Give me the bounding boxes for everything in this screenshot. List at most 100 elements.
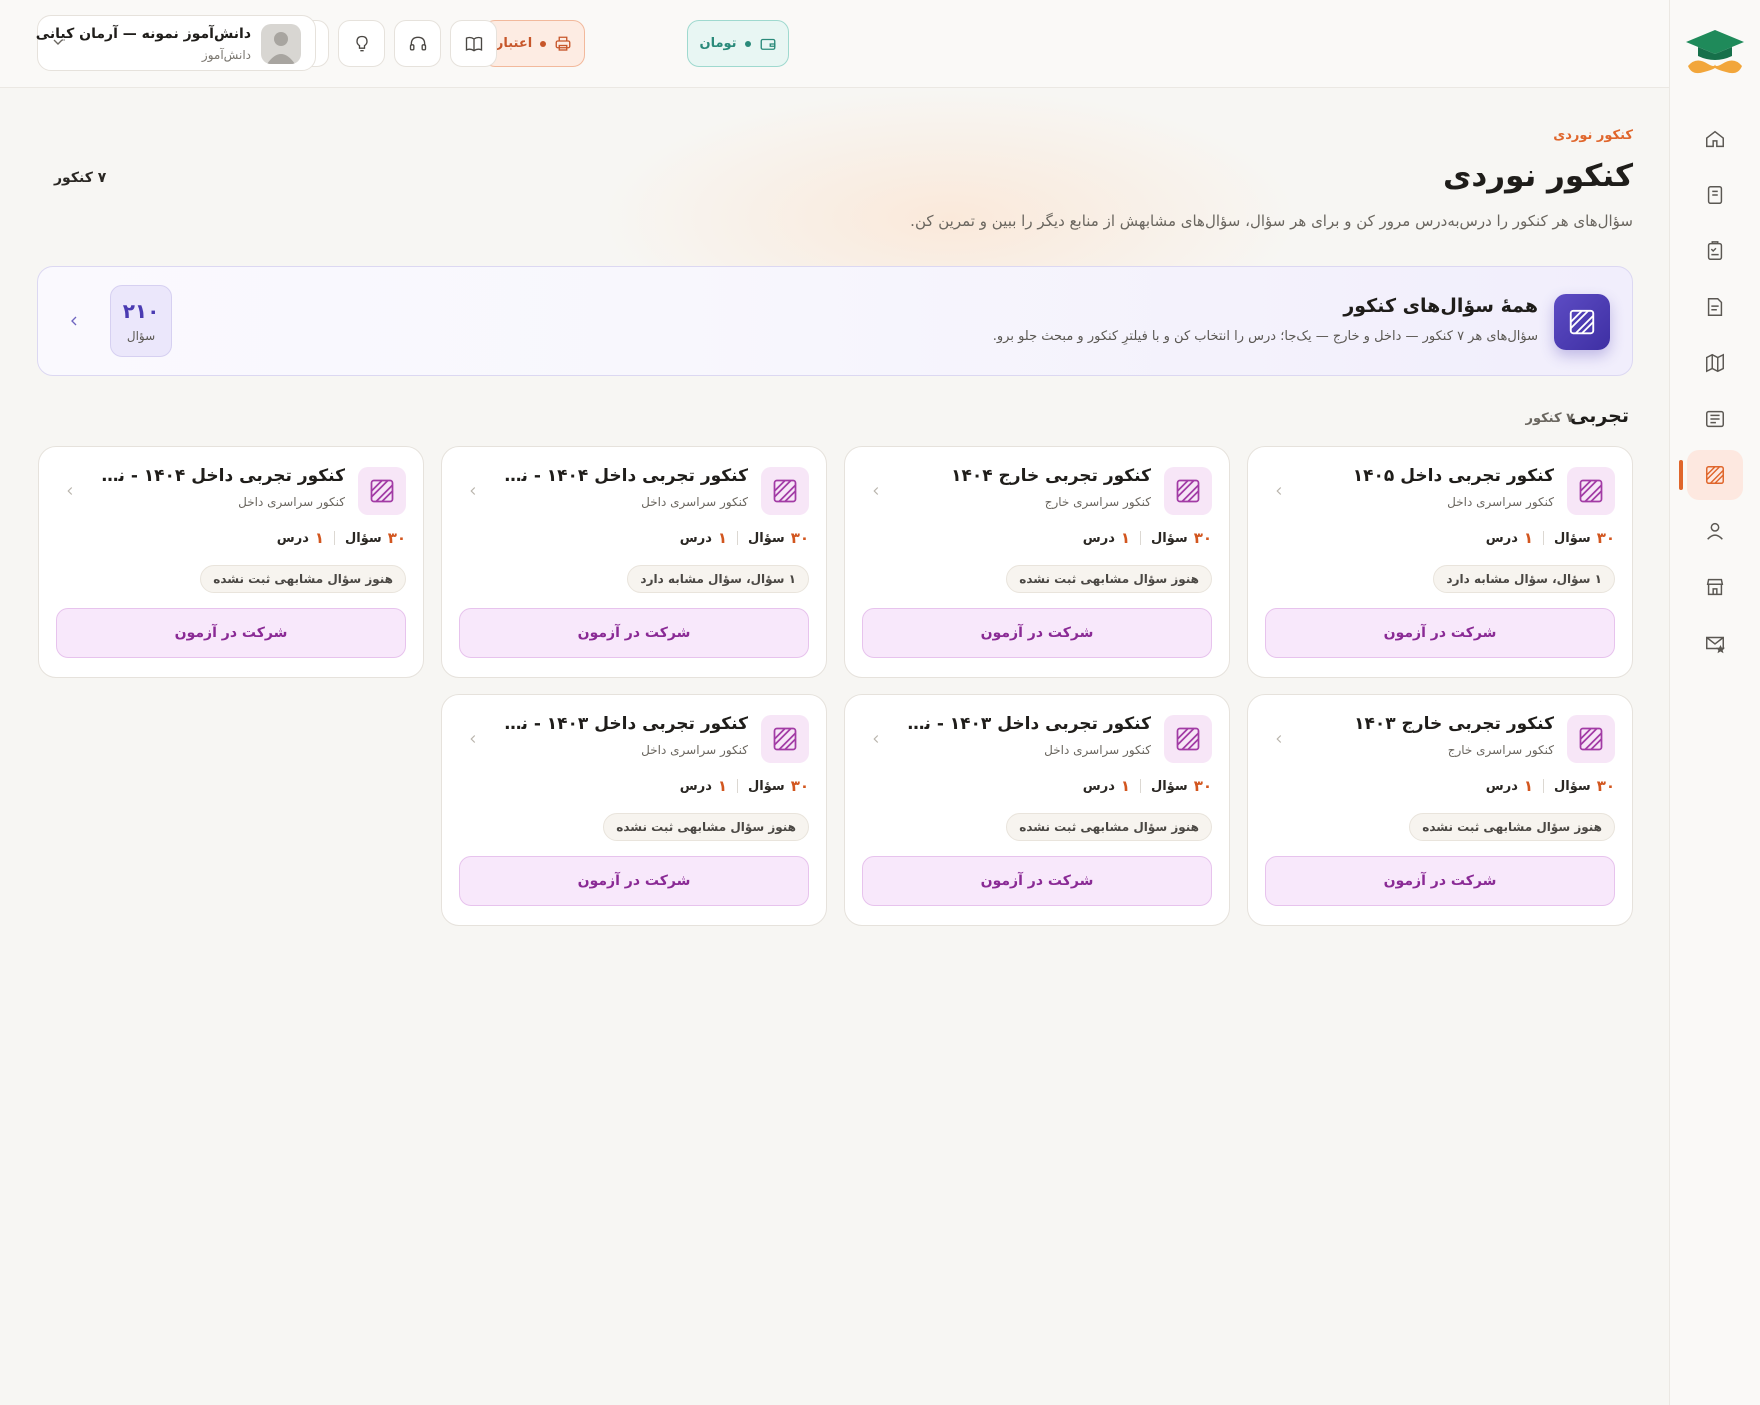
join-exam-button[interactable]: شرکت در آزمون <box>1265 608 1615 658</box>
nav-messages[interactable] <box>1687 618 1743 668</box>
mail-star-icon <box>1706 636 1726 654</box>
konkur-card[interactable]: کنکور تجربی خارج ۱۴۰۴ کنکور سراسری خارج … <box>844 446 1230 678</box>
card-icon <box>1164 715 1212 763</box>
nav-konkur[interactable] <box>1679 450 1743 500</box>
nav-store[interactable] <box>1687 562 1743 612</box>
card-lesson-label: درس <box>276 530 309 546</box>
similar-questions-badge: هنوز سؤال مشابهی ثبت نشده <box>200 565 406 593</box>
card-question-count: ۳۰ <box>1193 777 1212 795</box>
card-question-count: ۳۰ <box>790 529 809 547</box>
clipboard-check-icon <box>1707 241 1723 260</box>
card-icon <box>1567 467 1615 515</box>
konkur-card[interactable]: کنکور تجربی داخل ۱۴۰۳ - نوبت ... کنکور س… <box>441 694 827 926</box>
chevron-down-icon <box>53 39 63 45</box>
banner-subtitle: سؤال‌های هر ۷ کنکور — داخل و خارج — یک‌ج… <box>992 329 1538 344</box>
section-title: تجربی <box>1569 405 1629 427</box>
card-icon <box>1567 715 1615 763</box>
similar-questions-badge: ۱ سؤال، سؤال مشابه دارد <box>627 565 809 593</box>
chevron-left-icon <box>1276 487 1282 495</box>
stats-divider <box>737 779 739 793</box>
nav-news[interactable] <box>1687 394 1743 444</box>
card-question-label: سؤال <box>345 530 382 546</box>
card-lesson-label: درس <box>1485 530 1518 546</box>
join-exam-button[interactable]: شرکت در آزمون <box>1265 856 1615 906</box>
logo-icon[interactable] <box>1682 26 1748 80</box>
similar-questions-badge: هنوز سؤال مشابهی ثبت نشده <box>603 813 809 841</box>
credit-dot <box>540 40 547 47</box>
credit-button[interactable]: اعتبار <box>483 20 585 67</box>
card-question-label: سؤال <box>748 530 785 546</box>
card-icon <box>761 715 809 763</box>
join-exam-button[interactable]: شرکت در آزمون <box>56 608 406 658</box>
card-title: کنکور تجربی خارج ۱۴۰۴ <box>951 466 1151 486</box>
banner-count-label: سؤال <box>126 329 156 343</box>
konkur-count: ۷ کنکور <box>54 170 107 186</box>
chevron-left-icon <box>873 735 879 743</box>
nav-book[interactable] <box>1687 170 1743 220</box>
card-lesson-count: ۱ <box>1120 777 1131 795</box>
card-icon <box>358 467 406 515</box>
document-icon <box>1707 298 1723 316</box>
konkur-grid-icon <box>1176 727 1200 751</box>
konkur-card[interactable]: کنکور تجربی داخل ۱۴۰۵ کنکور سراسری داخل … <box>1247 446 1633 678</box>
avatar <box>261 24 301 64</box>
all-questions-banner[interactable]: همهٔ سؤال‌های کنکور سؤال‌های هر ۷ کنکور … <box>37 266 1633 376</box>
card-stats: ۳۰ سؤال ۱ درس <box>680 777 809 795</box>
konkur-card[interactable]: کنکور تجربی داخل ۱۴۰۴ - نوبت ... کنکور س… <box>441 446 827 678</box>
konkur-card[interactable]: کنکور تجربی داخل ۱۴۰۳ - نوبت ... کنکور س… <box>844 694 1230 926</box>
banner-question-count: ۲۱۰ سؤال <box>110 285 172 357</box>
support-button[interactable] <box>394 20 441 67</box>
newspaper-icon <box>1706 410 1724 428</box>
banner-count-number: ۲۱۰ <box>122 299 160 323</box>
breadcrumb[interactable]: کنکور نوردی <box>1553 128 1633 143</box>
konkur-card[interactable]: کنکور تجربی داخل ۱۴۰۴ - نوبت ... کنکور س… <box>38 446 424 678</box>
wallet-label: تومان <box>699 36 737 51</box>
nav-documents[interactable] <box>1687 282 1743 332</box>
konkur-grid-icon <box>1579 479 1603 503</box>
card-type: کنکور سراسری داخل <box>1044 743 1151 757</box>
konkur-grid-icon <box>370 479 394 503</box>
card-type: کنکور سراسری خارج <box>1447 743 1554 757</box>
wallet-button[interactable]: تومان <box>687 20 789 67</box>
card-stats: ۳۰ سؤال ۱ درس <box>1486 529 1615 547</box>
join-exam-button[interactable]: شرکت در آزمون <box>862 856 1212 906</box>
chevron-left-icon <box>470 735 476 743</box>
nav-home[interactable] <box>1687 114 1743 164</box>
library-button[interactable] <box>450 20 497 67</box>
card-icon <box>761 467 809 515</box>
chevron-left-icon <box>67 487 73 495</box>
stats-divider <box>334 531 336 545</box>
card-question-label: سؤال <box>1151 778 1188 794</box>
card-type: کنکور سراسری خارج <box>1044 495 1151 509</box>
card-type: کنکور سراسری داخل <box>1447 495 1554 509</box>
konkur-card[interactable]: کنکور تجربی خارج ۱۴۰۳ کنکور سراسری خارج … <box>1247 694 1633 926</box>
similar-questions-badge: هنوز سؤال مشابهی ثبت نشده <box>1006 813 1212 841</box>
home-icon <box>1706 130 1724 148</box>
card-icon <box>1164 467 1212 515</box>
user-menu[interactable]: دانش‌آموز نمونه — آرمان کیانی دانش‌آموز <box>36 15 316 71</box>
card-lesson-label: درس <box>1082 778 1115 794</box>
card-lesson-label: درس <box>679 530 712 546</box>
sidebar <box>1669 0 1760 1405</box>
card-lesson-count: ۱ <box>1523 777 1534 795</box>
nav-profile[interactable] <box>1687 506 1743 556</box>
card-lesson-label: درس <box>679 778 712 794</box>
nav-map[interactable] <box>1687 338 1743 388</box>
card-type: کنکور سراسری داخل <box>238 495 345 509</box>
card-stats: ۳۰ سؤال ۱ درس <box>1083 529 1212 547</box>
konkur-grid-icon <box>1176 479 1200 503</box>
card-title: کنکور تجربی خارج ۱۴۰۳ <box>1354 714 1554 734</box>
headset-icon <box>409 36 426 50</box>
join-exam-button[interactable]: شرکت در آزمون <box>862 608 1212 658</box>
card-question-label: سؤال <box>748 778 785 794</box>
join-exam-button[interactable]: شرکت در آزمون <box>459 608 809 658</box>
join-exam-button[interactable]: شرکت در آزمون <box>459 856 809 906</box>
konkur-grid-icon <box>1706 466 1724 484</box>
tips-button[interactable] <box>338 20 385 67</box>
card-type: کنکور سراسری داخل <box>641 495 748 509</box>
card-title: کنکور تجربی داخل ۱۴۰۵ <box>1352 466 1554 486</box>
sidebar-nav <box>1679 114 1743 668</box>
chevron-left-icon <box>1276 735 1282 743</box>
nav-tasks[interactable] <box>1687 226 1743 276</box>
banner-icon <box>1554 294 1610 350</box>
